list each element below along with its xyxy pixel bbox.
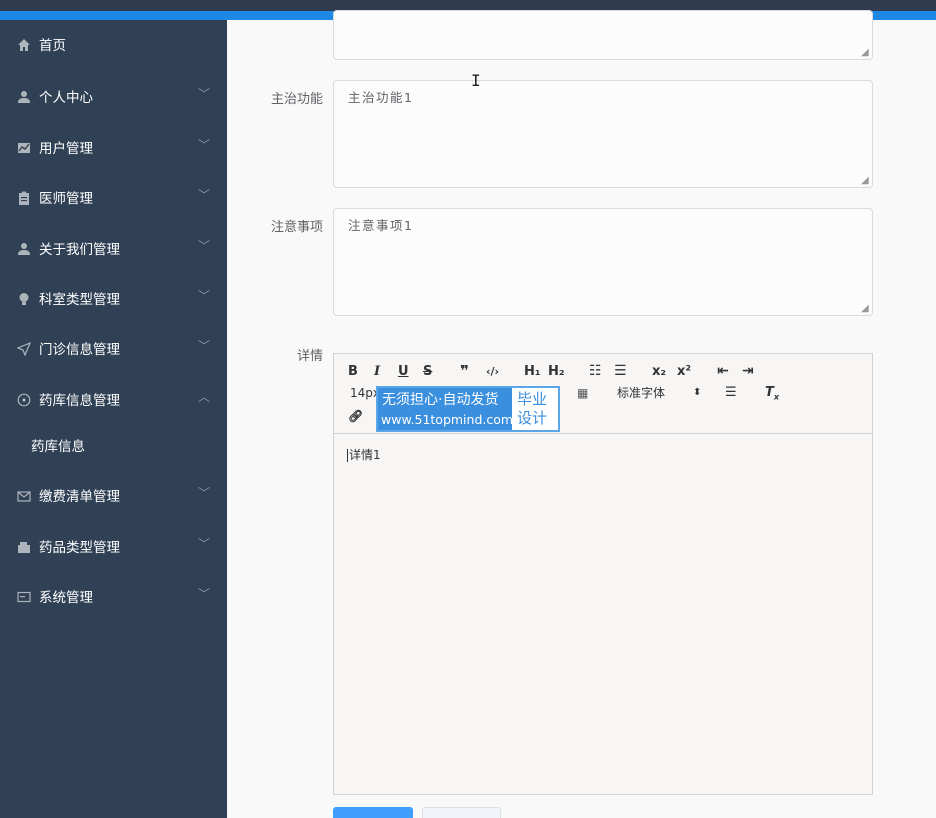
main-content: ◢ 主治功能 主治功能1 ◢ 注意事项 注意事项1 ◢ 详情 B I U S ❞…	[227, 10, 936, 818]
resize-handle-icon[interactable]: ◢	[861, 176, 871, 186]
h2-button[interactable]: H₂	[548, 364, 565, 380]
mail-icon	[16, 489, 32, 505]
select-arrow-icon: ⬍	[693, 387, 702, 398]
sidebar-item-label: 首页	[39, 38, 66, 54]
sidebar: 首页 个人中心 ﹀ 用户管理 ﹀ 医师管理 ﹀ 关于我们管理 ﹀ 科室类型管理	[0, 20, 227, 818]
font-family-select[interactable]: 标准字体	[617, 385, 665, 401]
sidebar-item-payment-list-management[interactable]: 缴费清单管理 ﹀	[0, 477, 227, 517]
indent-button[interactable]: ⇥	[742, 363, 754, 379]
sidebar-item-about-us-management[interactable]: 关于我们管理 ﹀	[0, 230, 227, 270]
sidebar-item-drug-type-management[interactable]: 药品类型管理 ﹀	[0, 528, 227, 568]
chevron-down-icon: ﹀	[198, 87, 211, 101]
watermark-right: 毕业设计	[517, 390, 548, 427]
sidebar-item-label: 科室类型管理	[39, 292, 120, 308]
chevron-down-icon: ﹀	[198, 239, 211, 253]
text-caret	[347, 449, 348, 462]
send-icon	[16, 341, 32, 358]
link-button[interactable]: 🔗︎	[348, 408, 363, 424]
sidebar-item-label: 药库信息管理	[39, 393, 120, 409]
chevron-down-icon: ﹀	[198, 138, 211, 152]
previous-textarea[interactable]: ◢	[333, 10, 873, 60]
sidebar-item-outpatient-info-management[interactable]: 门诊信息管理 ﹀	[0, 330, 227, 370]
background-color-button[interactable]: ▦	[577, 385, 588, 401]
watermark-line1: 无须担心·自动发货	[382, 392, 499, 408]
cancel-button[interactable]	[422, 807, 501, 818]
sidebar-item-pharmacy-info-management[interactable]: 药库信息管理 ︿	[0, 381, 227, 421]
sidebar-item-doctor-management[interactable]: 医师管理 ﹀	[0, 179, 227, 219]
wallet-icon	[16, 540, 32, 556]
bulb-icon	[16, 292, 32, 308]
clipboard-icon	[16, 191, 32, 207]
rich-text-editor: B I U S ❞ ‹/› H₁ H₂ ☷ ☰ x₂ x² ⇤ ⇥ 14px ▦…	[333, 353, 873, 795]
zhuyi-value: 注意事项1	[348, 218, 414, 233]
editor-content-text: 详情1	[349, 448, 381, 462]
user-icon	[16, 242, 32, 258]
superscript-button[interactable]: x²	[677, 364, 691, 380]
chevron-down-icon: ﹀	[198, 188, 211, 202]
sidebar-item-system-management[interactable]: 系统管理 ﹀	[0, 578, 227, 618]
sidebar-item-label: 药库信息	[31, 439, 85, 455]
sidebar-item-department-type-management[interactable]: 科室类型管理 ﹀	[0, 280, 227, 320]
sidebar-item-label: 门诊信息管理	[39, 342, 120, 358]
editor-content[interactable]: 详情1	[347, 446, 381, 463]
sidebar-item-label: 药品类型管理	[39, 540, 120, 556]
clear-format-button[interactable]: Tx	[765, 385, 779, 406]
outdent-button[interactable]: ⇤	[717, 363, 729, 379]
compass-icon	[16, 393, 32, 409]
sidebar-item-label: 个人中心	[39, 90, 93, 106]
chevron-down-icon: ﹀	[198, 339, 211, 353]
submit-button[interactable]	[333, 807, 413, 818]
bold-button[interactable]: B	[348, 364, 358, 380]
system-icon	[16, 590, 32, 606]
home-icon	[16, 38, 32, 54]
resize-handle-icon[interactable]: ◢	[861, 304, 871, 314]
sidebar-item-home[interactable]: 首页	[0, 26, 227, 66]
sidebar-item-label: 系统管理	[39, 590, 93, 606]
sidebar-item-label: 医师管理	[39, 191, 93, 207]
sidebar-item-label: 关于我们管理	[39, 242, 120, 258]
chevron-down-icon: ﹀	[198, 537, 211, 551]
strike-button[interactable]: S	[423, 364, 432, 380]
code-button[interactable]: ‹/›	[486, 364, 499, 380]
sidebar-item-label: 用户管理	[39, 141, 93, 157]
zhuyi-label: 注意事项	[270, 220, 323, 235]
align-button[interactable]: ☰	[725, 385, 737, 401]
sidebar-item-personal-center[interactable]: 个人中心 ﹀	[0, 78, 227, 118]
chevron-down-icon: ﹀	[198, 486, 211, 500]
text-cursor-icon: I	[471, 71, 481, 90]
watermark-left: 无须担心·自动发货 www.51topmind.com	[378, 388, 514, 430]
ordered-list-button[interactable]: ☷	[589, 363, 602, 379]
sidebar-item-label: 缴费清单管理	[39, 489, 120, 505]
chevron-down-icon: ﹀	[198, 587, 211, 601]
underline-button[interactable]: U	[398, 364, 409, 380]
sidebar-subitem-pharmacy-info[interactable]: 药库信息	[0, 427, 227, 467]
subscript-button[interactable]: x₂	[652, 364, 666, 380]
sidebar-item-user-management[interactable]: 用户管理 ﹀	[0, 129, 227, 169]
italic-button[interactable]: I	[374, 364, 380, 380]
user-icon	[16, 90, 32, 106]
resize-handle-icon[interactable]: ◢	[861, 48, 871, 58]
watermark-badge: 无须担心·自动发货 www.51topmind.com 毕业设计	[376, 386, 560, 432]
chevron-down-icon: ﹀	[198, 289, 211, 303]
bullet-list-button[interactable]: ☰	[614, 363, 627, 379]
zhuzhi-label: 主治功能	[270, 92, 323, 107]
chevron-up-icon: ︿	[198, 390, 211, 404]
h1-button[interactable]: H₁	[524, 364, 541, 380]
zhuzhi-textarea[interactable]: 主治功能1 ◢	[333, 80, 873, 188]
detail-label: 详情	[296, 349, 323, 364]
editor-toolbar: B I U S ❞ ‹/› H₁ H₂ ☷ ☰ x₂ x² ⇤ ⇥ 14px ▦…	[334, 354, 872, 434]
zhuyi-textarea[interactable]: 注意事项1 ◢	[333, 208, 873, 316]
quote-button[interactable]: ❞	[460, 363, 469, 379]
watermark-line2: www.51topmind.com	[381, 412, 514, 427]
zhuzhi-value: 主治功能1	[348, 90, 414, 105]
chart-icon	[16, 141, 32, 157]
